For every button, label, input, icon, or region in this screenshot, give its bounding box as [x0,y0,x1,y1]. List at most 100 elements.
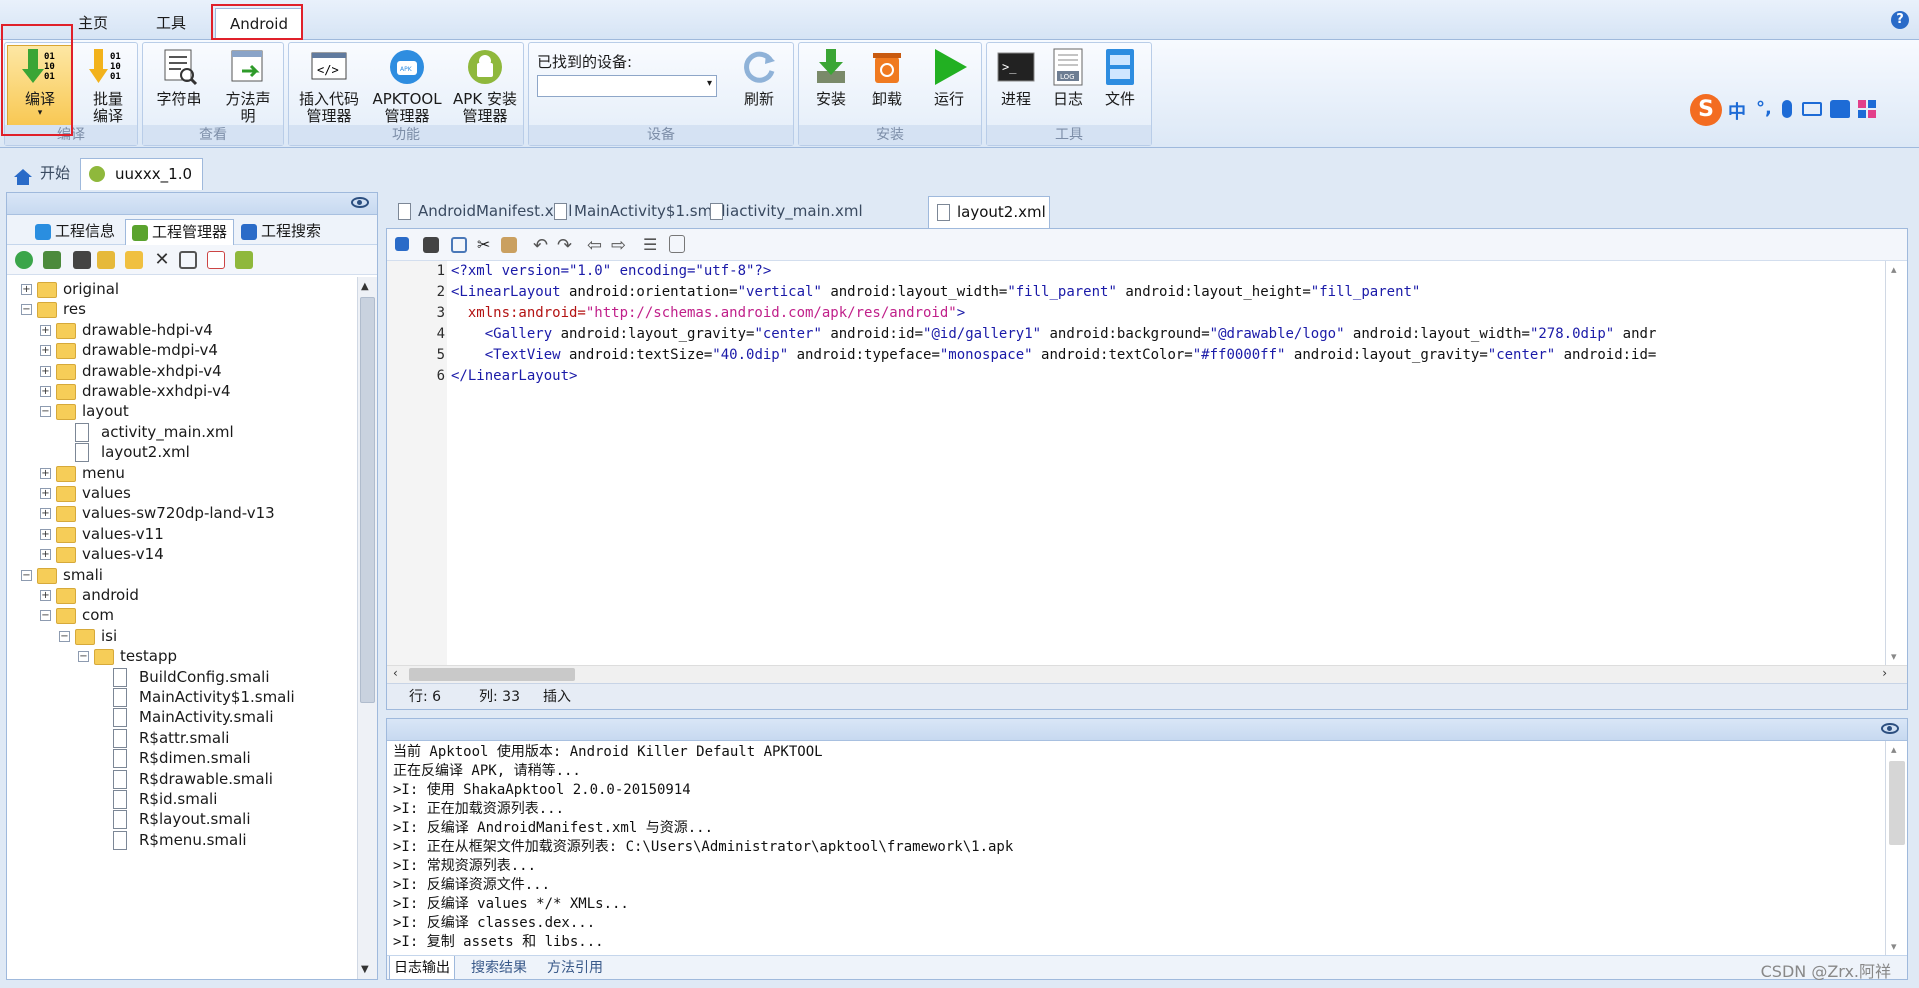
batch-compile-button[interactable]: 01 10 01 批量编译 [79,47,137,125]
strings-button[interactable]: 字符串 [147,47,211,108]
pdf-icon[interactable] [207,251,225,269]
code-area[interactable]: 1 <?xml version="1.0" encoding="utf-8"?> 2… [387,261,1885,665]
ime-chinese-mode[interactable]: 中 [1728,98,1746,124]
log-panel-header [387,719,1907,741]
editor-vscrollbar[interactable]: ▴ ▾ [1885,261,1907,665]
log-button[interactable]: LOG 日志 [1043,47,1093,108]
refresh-button[interactable]: 刷新 [729,47,789,108]
scroll-down-icon[interactable]: ▾ [1891,940,1897,953]
tab-project-info[interactable]: 工程信息 [29,219,121,245]
highlight-compile-button [1,24,73,136]
sogou-logo-icon[interactable]: S [1690,94,1722,126]
log-scrollbar[interactable]: ▴ ▾ [1885,741,1907,955]
format-icon[interactable]: ☰ [643,235,661,254]
log-scroll-thumb[interactable] [1889,761,1905,845]
expand-icon[interactable]: + [40,365,51,377]
tree-scrollbar[interactable]: ▲ ▼ [357,277,377,979]
arrow-left-icon[interactable]: ⇦ [587,235,605,256]
editor-tab[interactable]: AndroidManifest.xml [390,196,572,228]
device-select[interactable]: ▾ [537,75,717,97]
tab-project-manager[interactable]: 工程管理器 [125,219,235,245]
insert-code-manager-button[interactable]: </> 插入代码管理器 [291,47,367,125]
menu-tab-tools[interactable]: 工具 [142,8,200,38]
editor-hscroll-thumb[interactable] [409,668,575,681]
collapse-icon[interactable]: − [59,630,70,642]
eye-icon[interactable] [1881,723,1899,734]
apktool-manager-button[interactable]: APK APKTOOL管理器 [369,47,445,125]
lock-icon[interactable] [395,237,409,251]
save-icon[interactable] [423,237,439,253]
toolbox-icon[interactable] [1858,100,1876,118]
copy-icon[interactable] [451,237,467,253]
install-button[interactable]: 安装 [803,47,859,108]
expand-icon[interactable]: + [40,590,51,601]
process-button[interactable]: >_ 进程 [991,47,1041,108]
keyboard-icon[interactable] [1802,102,1822,116]
redo-icon[interactable]: ↷ [557,235,575,256]
editor-tab[interactable]: activity_main.xml [702,196,922,228]
method-declaration-button[interactable]: 方法声明 [215,47,281,125]
image-icon[interactable] [43,251,61,269]
android-icon[interactable] [235,251,253,269]
tab-search-results[interactable]: 搜索结果 [467,956,531,980]
expand-icon[interactable]: + [40,386,51,397]
expand-icon[interactable]: + [40,467,51,479]
expand-icon[interactable]: + [40,549,51,561]
eye-icon[interactable] [351,197,369,208]
collapse-icon[interactable]: − [40,406,51,418]
scroll-down-icon[interactable]: ▾ [1891,650,1897,663]
scroll-down-icon[interactable]: ▼ [361,964,369,975]
tree-file[interactable]: R$menu.smali [7,828,357,853]
scroll-right-icon[interactable]: › [1882,666,1887,680]
folder-icon [56,506,76,523]
tree-scroll-thumb[interactable] [360,297,375,703]
tab-project[interactable]: uuxxx_1.0 [80,158,203,190]
collapse-icon[interactable]: − [21,304,32,316]
open-folder-icon[interactable] [125,251,143,269]
paste-icon[interactable] [501,237,517,253]
collapse-icon[interactable]: − [78,651,89,663]
scroll-up-icon[interactable]: ▴ [1891,263,1897,276]
collapse-icon[interactable]: − [21,569,32,581]
scroll-up-icon[interactable]: ▴ [1891,743,1897,756]
tab-log-output[interactable]: 日志输出 [389,956,455,980]
scroll-left-icon[interactable]: ‹ [393,666,398,680]
expand-icon[interactable]: + [40,508,51,520]
run-button[interactable]: 运行 [921,47,977,108]
expand-icon[interactable]: + [40,488,51,499]
tab-start[interactable]: 开始 [6,158,80,190]
window-icon[interactable] [73,251,91,269]
undo-icon[interactable]: ↶ [533,235,551,256]
refresh-icon[interactable] [15,251,33,269]
expand-icon[interactable]: + [21,284,32,295]
help-icon[interactable]: ? [1891,11,1909,29]
collapse-icon[interactable]: − [40,610,51,622]
delete-icon[interactable]: ✕ [153,251,171,269]
editor-hscrollbar[interactable]: ‹ › [387,665,1907,683]
editor-toolbar: ✂ ↶ ↷ ⇦ ⇨ ☰ [387,229,1907,261]
folder-icon [56,465,76,482]
skin-icon[interactable] [1830,100,1850,118]
file-button[interactable]: 文件 [1095,47,1145,108]
uninstall-button[interactable]: 卸载 [859,47,915,108]
code-editor[interactable]: ✂ ↶ ↷ ⇦ ⇨ ☰ 1 <?xml version="1.0" encodin… [386,228,1908,710]
expand-icon[interactable]: + [40,324,51,336]
android-icon [89,166,105,182]
download-icon[interactable] [669,235,685,253]
tab-project-search[interactable]: 工程搜索 [235,219,327,245]
folder-search-icon[interactable] [97,251,115,269]
expand-icon[interactable]: + [40,345,51,357]
svg-text:10: 10 [110,62,121,72]
editor-tab[interactable]: MainActivity$1.smali [546,196,730,228]
cut-icon[interactable]: ✂ [477,235,495,254]
tab-method-references[interactable]: 方法引用 [543,956,607,980]
microphone-icon[interactable] [1782,100,1792,118]
file-icon [113,688,127,707]
arrow-right-icon[interactable]: ⇨ [611,235,629,256]
scroll-up-icon[interactable]: ▲ [361,281,369,292]
rename-icon[interactable] [179,251,197,269]
punctuation-icon[interactable]: °, [1756,98,1772,119]
apk-install-manager-button[interactable]: APK 安装管理器 [447,47,523,125]
editor-tab[interactable]: layout2.xml [928,196,1050,228]
expand-icon[interactable]: + [40,528,51,540]
